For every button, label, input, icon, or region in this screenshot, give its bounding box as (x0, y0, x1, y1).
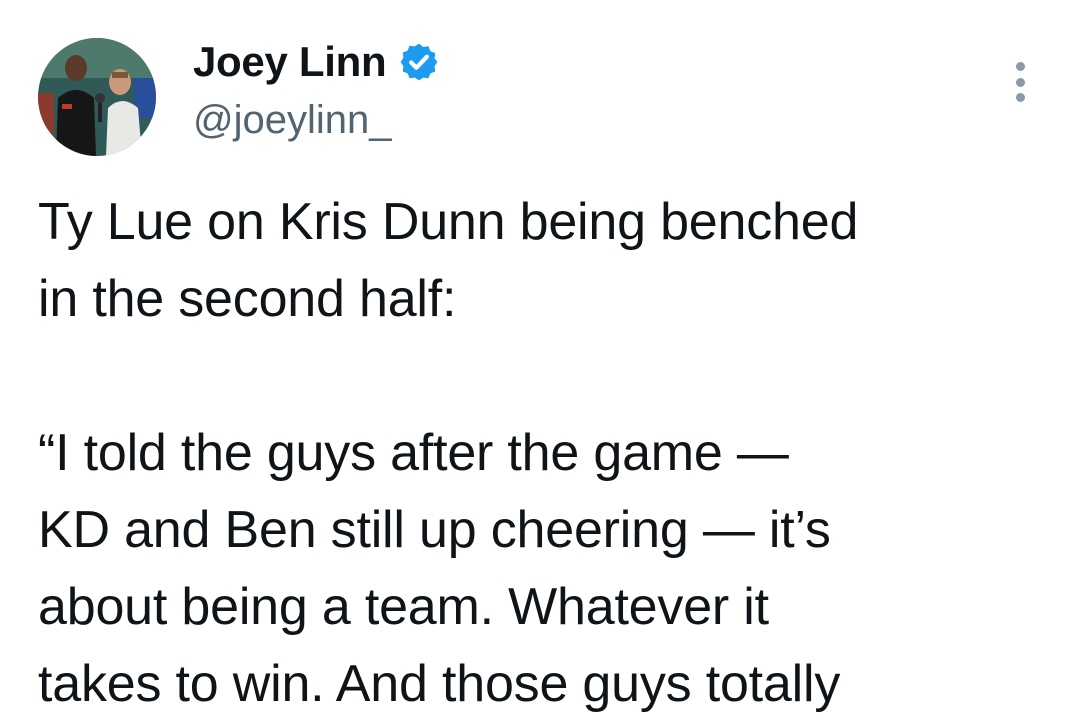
paragraph-break (38, 338, 1048, 415)
more-options-button[interactable] (1008, 62, 1032, 102)
vertical-ellipsis-icon (1015, 77, 1025, 87)
avatar[interactable] (38, 38, 156, 156)
profile-photo-icon (38, 38, 156, 156)
vertical-ellipsis-icon (1015, 93, 1025, 102)
author-name-row[interactable]: Joey Linn (193, 36, 440, 88)
tweet: Joey Linn @joeylinn_ Ty Lue on Kris Dunn… (0, 0, 1080, 720)
tweet-text-line: Ty Lue on Kris Dunn being benched (38, 193, 859, 251)
tweet-text-line: about being a team. Whatever it (38, 578, 769, 636)
tweet-text-line: KD and Ben still up cheering — it’s (38, 501, 831, 559)
tweet-text-line: takes to win. And those guys totally (38, 655, 841, 713)
tweet-text-line: in the second half: (38, 270, 457, 328)
vertical-ellipsis-icon (1015, 62, 1025, 71)
tweet-text-line: “I told the guys after the game — (38, 424, 789, 482)
author-display-name[interactable]: Joey Linn (193, 38, 387, 86)
verified-badge-icon (400, 43, 438, 81)
tweet-text: Ty Lue on Kris Dunn being benched in the… (38, 184, 1048, 720)
author-handle[interactable]: @joeylinn_ (193, 98, 392, 143)
